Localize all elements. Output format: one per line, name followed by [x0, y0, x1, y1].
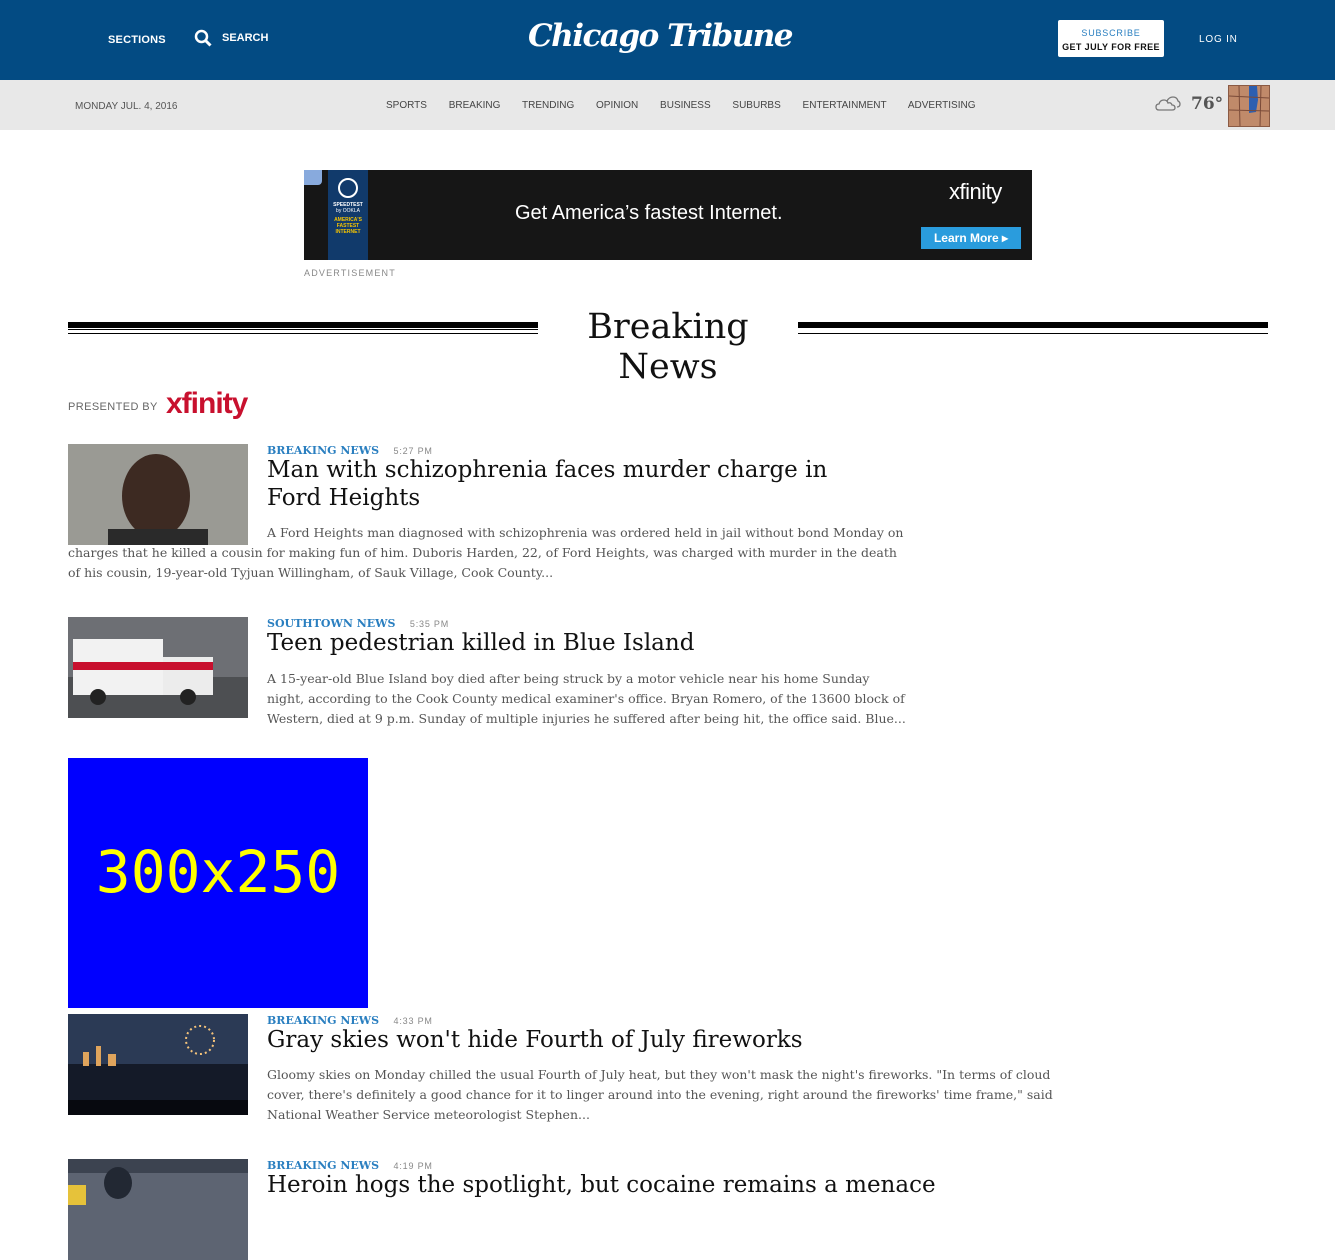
ad-headline: Get America’s fastest Internet.: [515, 202, 783, 224]
inline-300x250-ad[interactable]: 300x250: [68, 758, 368, 1008]
article-thumbnail[interactable]: [68, 617, 248, 718]
article-time: 5:35 PM: [409, 619, 450, 629]
badge-claim: AMERICA'S FASTEST INTERNET: [334, 217, 362, 235]
article-time: 4:19 PM: [393, 1161, 433, 1171]
nav-link-suburbs[interactable]: SUBURBS: [732, 100, 780, 111]
medal-icon: [338, 178, 358, 198]
subscribe-button[interactable]: SUBSCRIBE GET JULY FOR FREE: [1058, 20, 1164, 57]
adchoices-icon[interactable]: [304, 170, 322, 185]
sections-menu-button[interactable]: SECTIONS: [108, 34, 166, 46]
cloudy-weather-icon: [1155, 96, 1181, 111]
article-time: 5:27 PM: [393, 446, 433, 456]
ad-size-label: 300x250: [95, 838, 341, 906]
top-header: SECTIONS SEARCH Chicago Tribune SUBSCRIB…: [0, 0, 1335, 80]
article-headline[interactable]: Heroin hogs the spotlight, but cocaine r…: [267, 1171, 1047, 1199]
badge-subtitle: by OOKLA: [336, 208, 360, 214]
article-summary: A Ford Heights man diagnosed with schizo…: [68, 525, 904, 580]
nav-link-trending[interactable]: TRENDING: [522, 100, 574, 111]
nav-link-advertising[interactable]: ADVERTISING: [908, 100, 976, 111]
section-rule-left-thin: [68, 333, 538, 334]
nav-link-entertainment[interactable]: ENTERTAINMENT: [803, 100, 887, 111]
section-rule-right: [798, 322, 1268, 328]
article-time: 4:33 PM: [393, 1016, 433, 1026]
login-link[interactable]: LOG IN: [1199, 34, 1238, 45]
article-summary: A 15-year-old Blue Island boy died after…: [267, 671, 906, 726]
section-rule-right-thin: [798, 333, 1268, 334]
section-title: Breaking News: [587, 307, 749, 387]
search-button[interactable]: SEARCH: [194, 29, 268, 47]
subscribe-offer: GET JULY FOR FREE: [1062, 42, 1160, 52]
radar-map-icon: [1228, 85, 1270, 127]
nav-link-sports[interactable]: SPORTS: [386, 100, 427, 111]
weather-radar-map[interactable]: [1228, 85, 1270, 127]
article-headline[interactable]: Teen pedestrian killed in Blue Island: [267, 629, 887, 657]
article-headline[interactable]: Man with schizophrenia faces murder char…: [267, 456, 887, 512]
search-icon: [194, 29, 212, 47]
temperature: 76°: [1191, 94, 1224, 114]
article-summary: Gloomy skies on Monday chilled the usual…: [267, 1067, 1053, 1122]
sub-navigation: MONDAY JUL. 4, 2016 SPORTS BREAKING TREN…: [0, 80, 1335, 130]
article-thumbnail[interactable]: [68, 1014, 248, 1115]
subscribe-label: SUBSCRIBE: [1081, 28, 1141, 38]
section-links: SPORTS BREAKING TRENDING OPINION BUSINES…: [386, 100, 994, 111]
article-headline[interactable]: Gray skies won't hide Fourth of July fir…: [267, 1026, 1047, 1054]
advertisement-label: ADVERTISEMENT: [304, 268, 396, 278]
learn-more-button[interactable]: Learn More ▸: [921, 227, 1021, 249]
chicago-tribune-logo[interactable]: Chicago Tribune: [520, 18, 800, 54]
speedtest-badge: SPEEDTEST by OOKLA AMERICA'S FASTEST INT…: [328, 170, 368, 260]
xfinity-banner-ad[interactable]: SPEEDTEST by OOKLA AMERICA'S FASTEST INT…: [304, 170, 1032, 260]
presented-by-label: PRESENTED BY: [68, 401, 158, 413]
nav-link-breaking[interactable]: BREAKING: [449, 100, 501, 111]
section-rule-left: [68, 322, 538, 331]
ad-brand-logo: xfinity: [949, 179, 1002, 204]
current-date: MONDAY JUL. 4, 2016: [75, 101, 178, 112]
search-label: SEARCH: [222, 32, 269, 44]
nav-link-business[interactable]: BUSINESS: [660, 100, 711, 111]
sponsor-logo[interactable]: xfinity: [166, 387, 248, 421]
nav-link-opinion[interactable]: OPINION: [596, 100, 638, 111]
article-thumbnail[interactable]: [68, 1159, 248, 1260]
